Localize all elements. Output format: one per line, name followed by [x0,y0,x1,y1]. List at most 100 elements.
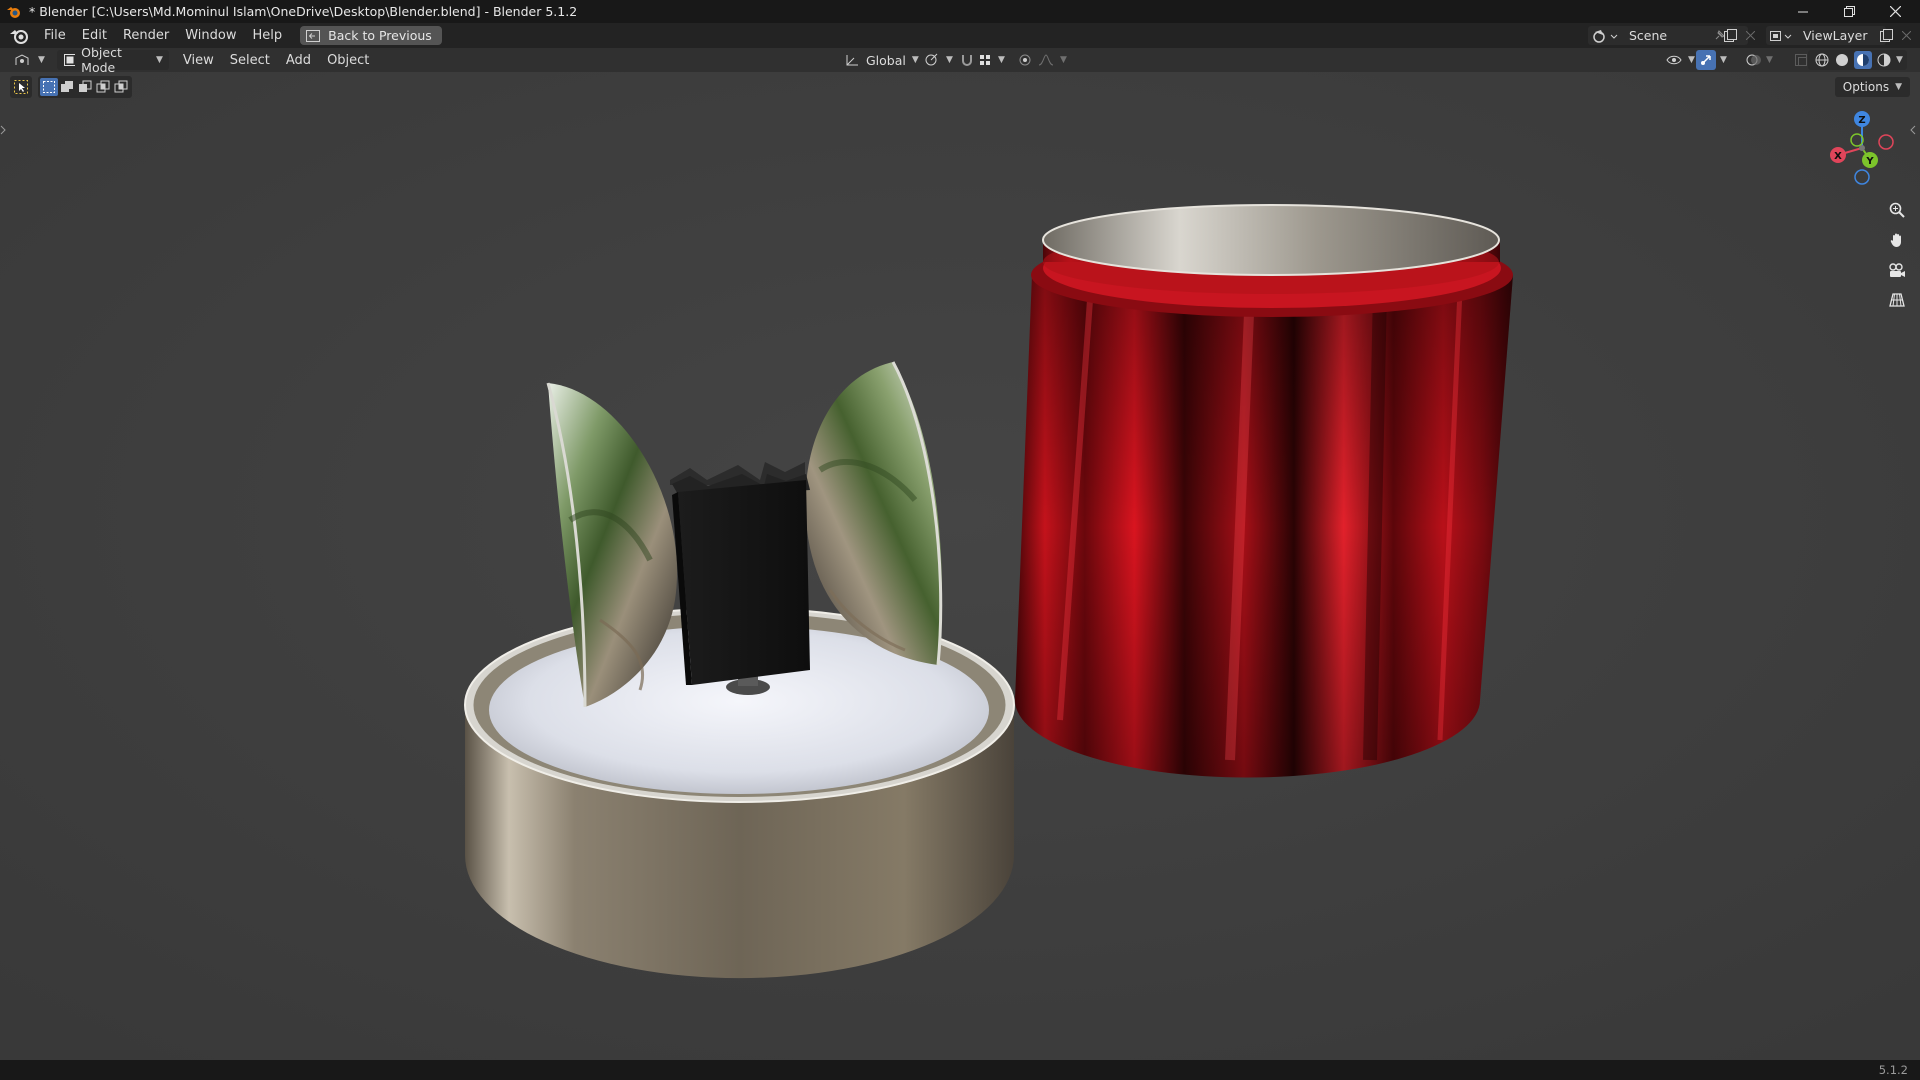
hand-icon [1890,233,1901,247]
rendered-shading-icon[interactable] [1876,52,1892,68]
back-to-previous-label: Back to Previous [328,28,432,43]
menu-select[interactable]: Select [222,48,278,73]
menu-object[interactable]: Object [319,48,377,73]
select-difference-button[interactable] [94,78,112,96]
xray-icon [1795,54,1807,66]
overlays-dropdown[interactable]: ▼ [1762,50,1777,70]
title-bar: * Blender [C:\Users\Md.Mominul Islam\One… [0,0,1920,23]
menu-help[interactable]: Help [245,23,291,48]
view-layer-selector[interactable]: ViewLayer [1766,26,1886,45]
3d-viewport[interactable]: Z X Y [0,72,1920,1060]
menu-add[interactable]: Add [278,48,319,73]
viewport-scene[interactable] [0,72,1920,1060]
new-view-layer-button[interactable] [1877,26,1895,45]
pivot-point-dropdown[interactable]: ▼ [918,50,959,70]
view-layer-icon [1770,30,1792,41]
object-mode-dropdown[interactable]: Object Mode ▼ [56,45,169,75]
restore-icon [1843,6,1855,17]
close-button[interactable] [1872,0,1918,23]
options-dropdown[interactable]: Options ▼ [1834,77,1910,97]
object-mode-icon [63,54,76,66]
menu-view[interactable]: View [175,48,222,73]
center-holder-block[interactable] [670,462,810,685]
delete-scene-button[interactable] [1742,26,1758,45]
select-new-button[interactable] [40,78,58,96]
chevron-down-icon: ▼ [1895,82,1902,92]
gizmo-y-axis[interactable]: Y [1862,152,1878,168]
snap-grid-icon [980,55,990,65]
duplicate-icon [1879,29,1893,42]
transform-orientation-dropdown[interactable]: Global ▼ [838,50,925,70]
chevron-down-icon: ▼ [38,55,45,65]
camera-icon [1889,263,1905,277]
select-new-icon [43,81,55,93]
proportional-falloff-dropdown[interactable]: ▼ [1032,50,1073,70]
orientation-axis-icon [846,55,858,66]
wireframe-shading-icon[interactable] [1814,52,1830,68]
gizmo-x-axis[interactable]: X [1830,147,1846,163]
select-intersect-button[interactable] [112,78,130,96]
gizmo-icon [1701,55,1711,65]
scene-name: Scene [1629,28,1668,43]
select-difference-icon [96,80,110,93]
menu-window[interactable]: Window [177,23,244,48]
x-icon [1745,31,1755,40]
object-mode-label: Object Mode [81,45,122,75]
delete-view-layer-button[interactable] [1898,26,1914,45]
chevron-right-icon [0,125,6,135]
tool-settings-row [10,76,132,98]
navigation-gizmo[interactable]: Z X Y [1822,108,1902,188]
select-extend-icon [61,81,73,92]
select-intersect-icon [114,80,128,93]
chevron-down-icon[interactable]: ▼ [1896,55,1903,65]
chevron-down-icon: ▼ [946,55,953,65]
magnifier-icon [1889,202,1905,218]
minimize-button[interactable] [1780,0,1826,23]
status-bar: 5.1.2 [0,1060,1920,1080]
chevron-left-icon [1910,125,1916,135]
select-cursor-icon [14,80,28,94]
scene-icon [1593,29,1618,43]
editor-type-button[interactable]: ▼ [8,50,51,70]
back-to-previous-button[interactable]: Back to Previous [300,26,442,45]
chevron-down-icon: ▼ [1720,55,1727,65]
svg-text:Z: Z [1858,115,1865,126]
close-icon [1889,6,1901,17]
overlays-icon [1746,54,1761,66]
select-extend-button[interactable] [58,78,76,96]
perspective-toggle-button[interactable] [1884,287,1910,313]
pan-button[interactable] [1884,227,1910,253]
visibility-dropdown[interactable]: ▼ [1660,50,1701,70]
blender-app-icon [7,6,20,18]
grid-perspective-icon [1889,293,1905,307]
blender-logo-icon[interactable] [8,27,30,45]
svg-text:X: X [1834,151,1842,162]
select-tool-button[interactable] [10,76,32,98]
falloff-curve-icon [1038,54,1054,66]
material-preview-shading-icon[interactable] [1854,51,1872,69]
gizmo-neg-x[interactable] [1878,134,1894,150]
snap-target-dropdown[interactable]: ▼ [972,50,1011,70]
shading-mode-group: ▼ [1808,50,1907,70]
x-icon [1901,31,1911,40]
gizmo-z-axis[interactable]: Z [1854,111,1870,127]
gizmo-toggle[interactable] [1696,50,1716,70]
restore-button[interactable] [1826,0,1872,23]
zoom-button[interactable] [1884,197,1910,223]
new-scene-button[interactable] [1721,26,1739,45]
select-subtract-button[interactable] [76,78,94,96]
sidebar-region-toggle[interactable] [1910,122,1918,138]
menu-file[interactable]: File [36,23,74,48]
camera-view-button[interactable] [1884,257,1910,283]
chevron-down-icon: ▼ [156,55,163,65]
chevron-down-icon: ▼ [998,55,1005,65]
duplicate-icon [1723,29,1737,42]
gizmo-neg-z[interactable] [1854,169,1870,185]
transform-orientation-label: Global [866,52,906,68]
red-cylinder-object[interactable] [1015,204,1513,778]
select-subtract-icon [79,80,92,92]
chevron-down-icon: ▼ [1766,55,1773,65]
solid-shading-icon[interactable] [1834,52,1850,68]
toolbar-region-toggle[interactable] [0,122,8,138]
gizmo-dropdown[interactable]: ▼ [1716,50,1731,70]
